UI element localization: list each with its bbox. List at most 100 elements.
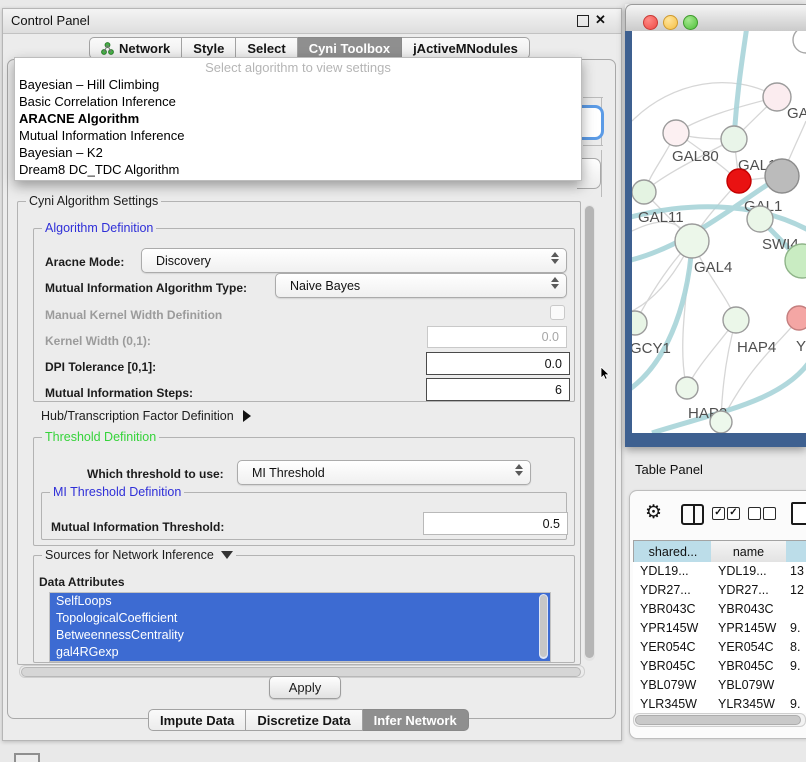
table-cell: YER054C (718, 640, 774, 654)
tab-style[interactable]: Style (182, 37, 236, 59)
node-gal1[interactable] (727, 169, 751, 193)
node-gal80[interactable] (663, 120, 689, 146)
table-cell: YER054C (640, 640, 696, 654)
table-row[interactable]: YDR27...YDR27...12 (633, 581, 806, 600)
table-row[interactable]: YPR145WYPR145W9. (633, 619, 806, 638)
aracne-mode-combo[interactable]: Discovery (141, 248, 567, 273)
mi-steps-field[interactable]: 6 (426, 378, 570, 401)
algorithm-option[interactable]: ARACNE Algorithm (15, 110, 581, 127)
apply-button[interactable]: Apply (269, 676, 341, 699)
scrollbar-thumb[interactable] (585, 206, 594, 658)
group-title: Algorithm Definition (42, 221, 156, 235)
node-gal11[interactable] (632, 180, 656, 204)
gear-icon[interactable]: ⚙ (645, 503, 662, 522)
checked-checkbox-icon[interactable]: ✓ (727, 507, 740, 520)
tab-label: Style (193, 41, 224, 56)
network-window-titlebar (625, 4, 806, 33)
dropdown-hint: Select algorithm to view settings (15, 58, 581, 76)
attribute-list-item[interactable]: gal4RGexp (50, 644, 550, 661)
algorithm-option[interactable]: Dream8 DC_TDC Algorithm (15, 161, 581, 178)
group-title: Threshold Definition (42, 430, 159, 444)
dpi-tolerance-field[interactable]: 0.0 (426, 352, 570, 375)
node[interactable] (710, 411, 732, 433)
node[interactable] (765, 159, 799, 193)
mac-close-button[interactable] (643, 15, 658, 30)
tab-select[interactable]: Select (236, 37, 297, 59)
node-y[interactable] (787, 306, 806, 330)
float-window-icon[interactable] (577, 15, 589, 27)
desktop: Control Panel ✕ NetworkStyleSelectCyni T… (0, 0, 806, 762)
data-attributes-list[interactable]: SelfLoopsTopologicalCoefficientBetweenne… (49, 592, 551, 662)
scrollbar-thumb[interactable] (635, 715, 801, 725)
network-focus-frame: GALGAL80GAL10GAL1GAL11SWI4GAL4GCY1HAP4YH… (625, 31, 806, 447)
which-threshold-label: Which threshold to use: (87, 467, 224, 481)
node-hap4[interactable] (723, 307, 749, 333)
tab-label: Infer Network (374, 713, 457, 728)
node-label: GAL4 (694, 259, 732, 276)
hidden-focused-combo-fragment[interactable] (581, 105, 604, 140)
table-row[interactable]: YBR043CYBR043C (633, 600, 806, 619)
table-cell: 9. (790, 659, 800, 673)
table-panel-title: Table Panel (635, 462, 703, 477)
node-gal10[interactable] (721, 126, 747, 152)
close-icon[interactable]: ✕ (595, 12, 606, 28)
tab-network[interactable]: Network (89, 37, 182, 59)
table-row[interactable]: YLR345WYLR345W9. (633, 695, 806, 713)
column-header-shared-name[interactable]: shared... (633, 540, 713, 563)
tab-impute-data[interactable]: Impute Data (148, 709, 246, 731)
settings-vertical-scrollbar[interactable] (584, 205, 595, 661)
tab-jactivemnodules[interactable]: jActiveMNodules (402, 37, 530, 59)
table-horizontal-scrollbar[interactable] (633, 713, 806, 727)
dpi-tolerance-label: DPI Tolerance [0,1]: (45, 360, 156, 374)
attribute-list-item[interactable]: TopologicalCoefficient (50, 610, 550, 627)
list-vertical-scrollbar[interactable] (539, 594, 548, 659)
node-label: Y (796, 338, 806, 355)
attribute-list-item[interactable]: BetweennessCentrality (50, 627, 550, 644)
algorithm-option[interactable]: Basic Correlation Inference (15, 93, 581, 110)
mac-zoom-button[interactable] (683, 15, 698, 30)
manual-kernel-checkbox[interactable] (550, 305, 565, 320)
unchecked-checkbox-icon[interactable] (763, 507, 776, 520)
sources-toggle[interactable]: Sources for Network Inference (42, 548, 236, 562)
tab-infer-network[interactable]: Infer Network (363, 709, 469, 731)
table-cell: 12 (790, 583, 804, 597)
kernel-width-field[interactable]: 0.0 (427, 326, 567, 348)
table-cell: 13 (790, 564, 804, 578)
table-icon[interactable] (791, 502, 806, 525)
tab-label: Network (119, 41, 170, 56)
control-panel-tab-bar: Network Style SelectCyni ToolboxjActiveMNo… (89, 37, 530, 59)
checked-checkbox-icon[interactable]: ✓ (712, 507, 725, 520)
unchecked-checkbox-icon[interactable] (748, 507, 761, 520)
column-header-name[interactable]: name (711, 540, 787, 563)
algorithm-option[interactable]: Bayesian – Hill Climbing (15, 76, 581, 93)
algorithm-option[interactable]: Mutual Information Inference (15, 127, 581, 144)
attribute-list-item[interactable]: SelfLoops (50, 593, 550, 610)
which-threshold-combo[interactable]: MI Threshold (237, 460, 531, 485)
mi-steps-label: Mutual Information Steps: (45, 386, 193, 400)
column-layout-icon[interactable] (681, 504, 704, 525)
table-row[interactable]: YER054CYER054C8. (633, 638, 806, 657)
tab-discretize-data[interactable]: Discretize Data (246, 709, 362, 731)
node-gcy1[interactable] (632, 311, 647, 335)
mi-threshold-field[interactable]: 0.5 (423, 512, 568, 535)
mouse-cursor (600, 367, 612, 381)
algorithm-option[interactable]: Bayesian – K2 (15, 144, 581, 161)
node-gal4[interactable] (675, 224, 709, 258)
mi-type-combo[interactable]: Naive Bayes (275, 273, 567, 298)
table-cell: YLR345W (718, 697, 775, 711)
column-header-partial[interactable] (786, 540, 806, 563)
data-attributes-label: Data Attributes (39, 575, 125, 589)
scrollbar-thumb[interactable] (540, 595, 547, 657)
mac-minimize-button[interactable] (663, 15, 678, 30)
node[interactable] (793, 31, 806, 53)
table-row[interactable]: YBL079WYBL079W (633, 676, 806, 695)
node-swi4[interactable] (747, 206, 773, 232)
hub-definition-toggle[interactable]: Hub/Transcription Factor Definition (41, 409, 251, 423)
tab-cyni-toolbox[interactable]: Cyni Toolbox (298, 37, 402, 59)
expand-right-icon (243, 410, 251, 422)
table-row[interactable]: YDL19...YDL19...13 (633, 562, 806, 581)
node-hap2[interactable] (676, 377, 698, 399)
table-row[interactable]: YBR045CYBR045C9. (633, 657, 806, 676)
network-canvas[interactable]: GALGAL80GAL10GAL1GAL11SWI4GAL4GCY1HAP4YH… (632, 31, 806, 433)
collapsed-panel-button[interactable] (14, 753, 40, 762)
